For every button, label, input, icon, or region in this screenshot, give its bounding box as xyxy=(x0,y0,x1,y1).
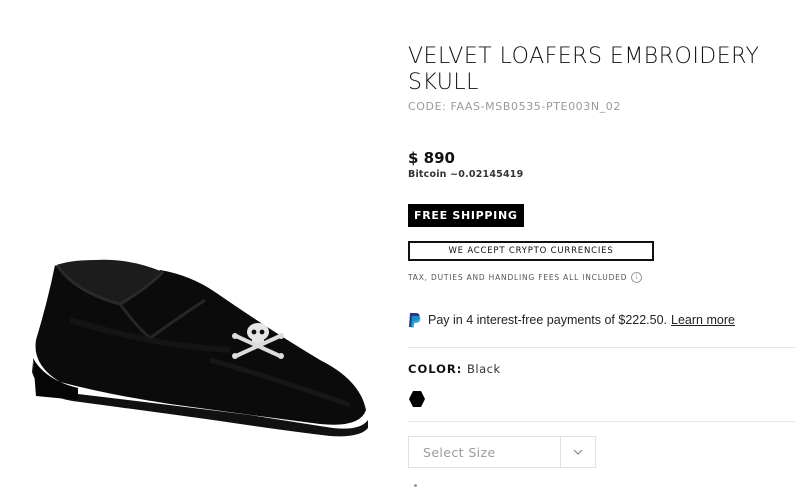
color-value: Black xyxy=(467,362,501,376)
product-image[interactable] xyxy=(0,0,395,488)
paypal-text: Pay in 4 interest-free payments of $222.… xyxy=(428,313,668,327)
divider xyxy=(408,421,795,422)
tax-note: TAX, DUTIES AND HANDLING FEES ALL INCLUD… xyxy=(408,272,643,283)
paypal-icon xyxy=(409,313,421,328)
product-info: VELVET LOAFERS EMBROIDERY SKULL CODE: FA… xyxy=(408,0,795,488)
dot xyxy=(414,484,417,487)
product-code: CODE: FAAS-MSB0535-PTE003N_02 xyxy=(408,100,621,113)
info-icon[interactable]: i xyxy=(631,272,643,283)
crypto-currencies-badge[interactable]: WE ACCEPT CRYPTO CURRENCIES xyxy=(408,241,654,261)
product-price: $ 890 xyxy=(408,149,455,167)
divider xyxy=(408,347,795,348)
product-title: VELVET LOAFERS EMBROIDERY SKULL xyxy=(408,44,760,95)
color-row: COLOR: Black xyxy=(408,362,501,376)
paypal-message: Pay in 4 interest-free payments of $222.… xyxy=(408,312,735,328)
velvet-loafer-illustration xyxy=(32,259,368,437)
learn-more-link[interactable]: Learn more xyxy=(671,313,735,327)
free-shipping-badge: FREE SHIPPING xyxy=(408,204,524,227)
color-swatch-black[interactable] xyxy=(408,390,426,408)
bitcoin-price: Bitcoin ~0.02145419 xyxy=(408,169,524,180)
chevron-down-icon[interactable] xyxy=(561,449,595,455)
color-label: COLOR: xyxy=(408,362,463,376)
size-select-placeholder: Select Size xyxy=(423,444,496,460)
size-select[interactable]: Select Size xyxy=(408,436,596,468)
tax-note-text: TAX, DUTIES AND HANDLING FEES ALL INCLUD… xyxy=(408,273,628,282)
